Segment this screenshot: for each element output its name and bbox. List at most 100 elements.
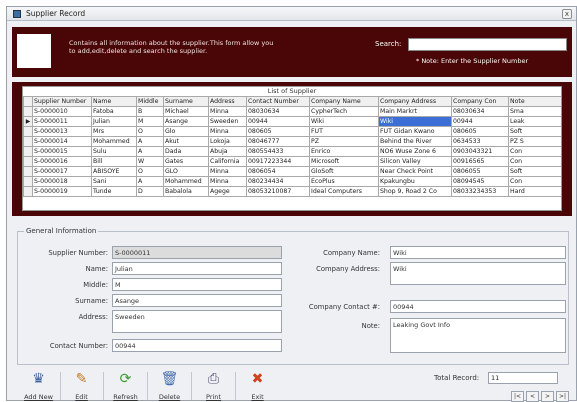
- table-cell[interactable]: S-0000019: [32, 186, 92, 197]
- table-cell[interactable]: Abuja: [208, 146, 247, 157]
- column-header[interactable]: Surname: [163, 96, 209, 107]
- row-header[interactable]: [23, 136, 33, 147]
- row-header[interactable]: [23, 146, 33, 157]
- table-row[interactable]: S-0000018 Sani A Mohammed Minna 080234434 EcoP…: [23, 176, 561, 187]
- table-cell[interactable]: Sani: [91, 176, 137, 187]
- table-cell[interactable]: PZ S: [508, 136, 561, 147]
- table-cell[interactable]: 08033234353: [451, 186, 509, 197]
- middle-field[interactable]: M: [112, 278, 282, 291]
- table-cell[interactable]: Wiki: [309, 116, 379, 127]
- nav-previous-button[interactable]: <: [526, 391, 539, 402]
- column-header[interactable]: Company Name: [309, 96, 379, 107]
- current-row-indicator-icon[interactable]: ▶: [23, 116, 33, 127]
- table-cell[interactable]: Minna: [208, 166, 247, 177]
- print-button[interactable]: ⎙ Print: [196, 370, 231, 402]
- table-cell[interactable]: 08094545: [451, 176, 509, 187]
- table-cell[interactable]: NO6 Wuse Zone 6: [378, 146, 452, 157]
- table-cell[interactable]: Dada: [163, 146, 209, 157]
- table-cell[interactable]: Microsoft: [309, 156, 379, 167]
- table-row[interactable]: S-0000019 Tunde D Babalola Agege 08053210087 I…: [23, 186, 561, 197]
- column-header[interactable]: Contact Number: [246, 96, 310, 107]
- table-cell[interactable]: Glo: [163, 126, 209, 137]
- refresh-button[interactable]: ⟳ Refresh: [108, 370, 143, 402]
- table-cell[interactable]: Sweeden: [208, 116, 247, 127]
- table-cell[interactable]: 080554433: [246, 146, 310, 157]
- table-cell[interactable]: Wiki: [378, 116, 452, 127]
- edit-button[interactable]: ✎ Edit: [64, 370, 99, 402]
- column-header[interactable]: Note: [508, 96, 561, 107]
- column-header[interactable]: Company Con: [451, 96, 509, 107]
- table-cell[interactable]: D: [136, 186, 164, 197]
- surname-field[interactable]: Asange: [112, 294, 282, 307]
- company-name-field[interactable]: Wiki: [390, 246, 566, 259]
- table-cell[interactable]: FUT Gidan Kwano: [378, 126, 452, 137]
- table-cell[interactable]: California: [208, 156, 247, 167]
- table-cell[interactable]: Soft: [508, 126, 561, 137]
- address-field[interactable]: Sweeden: [112, 310, 282, 333]
- table-cell[interactable]: 0903043321: [451, 146, 509, 157]
- column-header[interactable]: Middle: [136, 96, 164, 107]
- table-cell[interactable]: 08030634: [246, 106, 310, 117]
- supplier-number-field[interactable]: S-0000011: [112, 246, 282, 259]
- table-cell[interactable]: 00916565: [451, 156, 509, 167]
- table-cell[interactable]: Kpakungbu: [378, 176, 452, 187]
- table-cell[interactable]: Main Markrt: [378, 106, 452, 117]
- table-row[interactable]: S-0000015 Sulu A Dada Abuja 080554433 Enrico NO…: [23, 146, 561, 157]
- contact-number-field[interactable]: 00944: [112, 339, 282, 352]
- row-header[interactable]: [23, 126, 33, 137]
- table-cell[interactable]: S-0000013: [32, 126, 92, 137]
- nav-first-button[interactable]: |<: [511, 391, 524, 402]
- table-cell[interactable]: O: [136, 166, 164, 177]
- table-cell[interactable]: Fatoba: [91, 106, 137, 117]
- table-cell[interactable]: 00917223344: [246, 156, 310, 167]
- column-header[interactable]: Address: [208, 96, 247, 107]
- table-cell[interactable]: O: [136, 126, 164, 137]
- row-header[interactable]: [23, 156, 33, 167]
- table-cell[interactable]: Enrico: [309, 146, 379, 157]
- table-cell[interactable]: M: [136, 116, 164, 127]
- table-cell[interactable]: Julian: [91, 116, 137, 127]
- supplier-grid[interactable]: List of Supplier Supplier Number Name Midd…: [22, 86, 562, 211]
- table-cell[interactable]: Soft: [508, 166, 561, 177]
- row-header[interactable]: [23, 186, 33, 197]
- table-cell[interactable]: EcoPlus: [309, 176, 379, 187]
- table-cell[interactable]: Mrs: [91, 126, 137, 137]
- row-header[interactable]: [23, 166, 33, 177]
- table-cell[interactable]: Bill: [91, 156, 137, 167]
- column-header[interactable]: Name: [91, 96, 137, 107]
- table-cell[interactable]: 00944: [451, 116, 509, 127]
- table-cell[interactable]: 080605: [451, 126, 509, 137]
- table-cell[interactable]: S-0000014: [32, 136, 92, 147]
- table-cell[interactable]: Con: [508, 156, 561, 167]
- table-cell[interactable]: S-0000017: [32, 166, 92, 177]
- table-cell[interactable]: Ideal Computers: [309, 186, 379, 197]
- table-cell[interactable]: 080234434: [246, 176, 310, 187]
- table-cell[interactable]: Near Check Point: [378, 166, 452, 177]
- name-field[interactable]: Julian: [112, 262, 282, 275]
- table-cell[interactable]: Mohammed: [163, 176, 209, 187]
- table-cell[interactable]: Minna: [208, 106, 247, 117]
- table-cell[interactable]: Gates: [163, 156, 209, 167]
- supplier-table[interactable]: Supplier Number Name Middle Surname Address C…: [23, 96, 561, 197]
- table-cell[interactable]: W: [136, 156, 164, 167]
- table-row[interactable]: S-0000017 ABISOYE O GLO Minna 0806054 GloSoft N…: [23, 166, 561, 177]
- table-cell[interactable]: FUT: [309, 126, 379, 137]
- table-cell[interactable]: S-0000010: [32, 106, 92, 117]
- table-cell[interactable]: ABISOYE: [91, 166, 137, 177]
- table-cell[interactable]: Mohammed: [91, 136, 137, 147]
- table-cell[interactable]: GloSoft: [309, 166, 379, 177]
- table-cell[interactable]: Lokoja: [208, 136, 247, 147]
- table-cell[interactable]: 0806054: [246, 166, 310, 177]
- table-cell[interactable]: Leak: [508, 116, 561, 127]
- table-cell[interactable]: 080605: [246, 126, 310, 137]
- close-button[interactable]: x: [562, 9, 572, 19]
- company-contact-field[interactable]: 00944: [390, 300, 566, 313]
- company-address-field[interactable]: Wiki: [390, 262, 566, 285]
- nav-next-button[interactable]: >: [541, 391, 554, 402]
- table-cell[interactable]: 00944: [246, 116, 310, 127]
- table-cell[interactable]: Silicon Valley: [378, 156, 452, 167]
- table-cell[interactable]: Akut: [163, 136, 209, 147]
- table-row[interactable]: S-0000013 Mrs O Glo Minna 080605 FUT FUT Gidan …: [23, 126, 561, 137]
- table-cell[interactable]: GLO: [163, 166, 209, 177]
- table-cell[interactable]: Asange: [163, 116, 209, 127]
